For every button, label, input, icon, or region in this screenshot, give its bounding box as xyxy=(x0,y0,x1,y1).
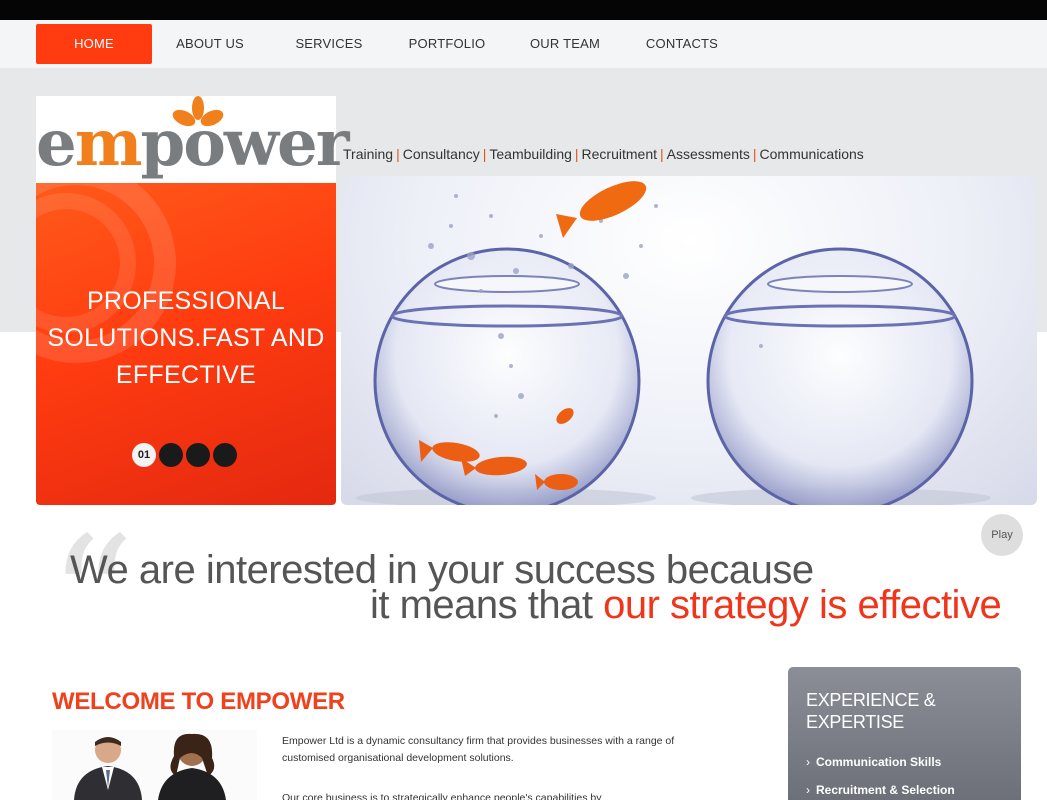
promo-line-2: SOLUTIONS.FAST AND xyxy=(47,324,325,352)
promo-line-3: EFFECTIVE xyxy=(115,361,257,389)
experience-panel: EXPERIENCE & EXPERTISE › Communication Sk… xyxy=(788,667,1021,800)
logo[interactable]: empower xyxy=(36,96,349,183)
experience-link-communication-skills[interactable]: › Communication Skills xyxy=(806,755,941,769)
experience-link-label: Recruitment & Selection xyxy=(816,783,955,797)
promo-line-1: PROFESSIONAL xyxy=(86,287,286,315)
experience-title: EXPERIENCE & EXPERTISE xyxy=(806,689,936,733)
promo-headline: PROFESSIONAL SOLUTIONS.FAST AND EFFECTIV… xyxy=(36,283,336,394)
service-separator: | xyxy=(396,146,400,162)
experience-title-line-2: EXPERTISE xyxy=(806,712,905,732)
service-separator: | xyxy=(752,146,757,162)
nav-contacts[interactable]: CONTACTS xyxy=(630,24,734,64)
service-recruitment[interactable]: Recruitment xyxy=(582,146,657,162)
service-separator: | xyxy=(574,146,579,162)
hero-image-fishbowls xyxy=(341,176,1037,505)
experience-title-line-1: EXPERIENCE & xyxy=(806,690,936,710)
nav-about-us[interactable]: ABOUT US xyxy=(160,24,260,64)
team-people-image xyxy=(74,733,226,800)
welcome-paragraph-1: Empower Ltd is a dynamic consultancy fir… xyxy=(282,735,675,764)
nav-services[interactable]: SERVICES xyxy=(278,24,380,64)
logo-letter-e: e xyxy=(36,106,77,181)
service-separator: | xyxy=(660,146,664,162)
slide-dot-2[interactable] xyxy=(159,443,183,467)
experience-link-label: Communication Skills xyxy=(816,755,942,769)
top-black-bar xyxy=(0,0,1047,20)
logo-letters-power: power xyxy=(140,106,349,181)
slogan-plain: it means that xyxy=(370,583,604,627)
nav-portfolio[interactable]: PORTFOLIO xyxy=(394,24,500,64)
welcome-paragraph-2: Our core business is to strategically en… xyxy=(282,792,602,800)
arrow-right-icon: › xyxy=(806,783,810,797)
slide-dot-3[interactable] xyxy=(186,443,210,467)
service-communications[interactable]: Communications xyxy=(760,146,864,162)
main-nav: HOME ABOUT US SERVICES PORTFOLIO OUR TEA… xyxy=(0,20,1047,68)
play-button[interactable]: Play xyxy=(981,514,1023,556)
fishbowls-illustration xyxy=(356,181,991,505)
service-teambuilding[interactable]: Teambuilding xyxy=(489,146,572,162)
quote-mark-icon: “ xyxy=(48,501,135,699)
nav-our-team[interactable]: OUR TEAM xyxy=(514,24,616,64)
logo-wordmark: empower xyxy=(36,106,349,181)
slogan-highlight: our strategy is effective xyxy=(603,583,1002,627)
slider-pagination: 01 xyxy=(132,443,240,469)
slogan-line-2: it means that our strategy is effective xyxy=(370,583,1002,628)
welcome-title: WELCOME TO EMPOWER xyxy=(52,688,345,715)
service-separator: | xyxy=(482,146,487,162)
service-consultancy[interactable]: Consultancy xyxy=(403,146,480,162)
nav-home[interactable]: HOME xyxy=(36,24,152,64)
slide-dot-4[interactable] xyxy=(213,443,237,467)
arrow-right-icon: › xyxy=(806,755,810,769)
slide-dot-1[interactable]: 01 xyxy=(132,443,156,467)
service-assessments[interactable]: Assessments xyxy=(667,146,750,162)
services-strip: Training | Consultancy | Teambuilding | Recrui… xyxy=(343,146,864,162)
team-photo xyxy=(52,730,257,800)
experience-link-recruitment-selection[interactable]: › Recruitment & Selection xyxy=(806,783,955,797)
service-training[interactable]: Training xyxy=(343,146,393,162)
logo-letter-m: m xyxy=(74,106,143,181)
promo-panel: PROFESSIONAL SOLUTIONS.FAST AND EFFECTIV… xyxy=(36,183,336,505)
goldfish-jumping xyxy=(556,181,647,238)
